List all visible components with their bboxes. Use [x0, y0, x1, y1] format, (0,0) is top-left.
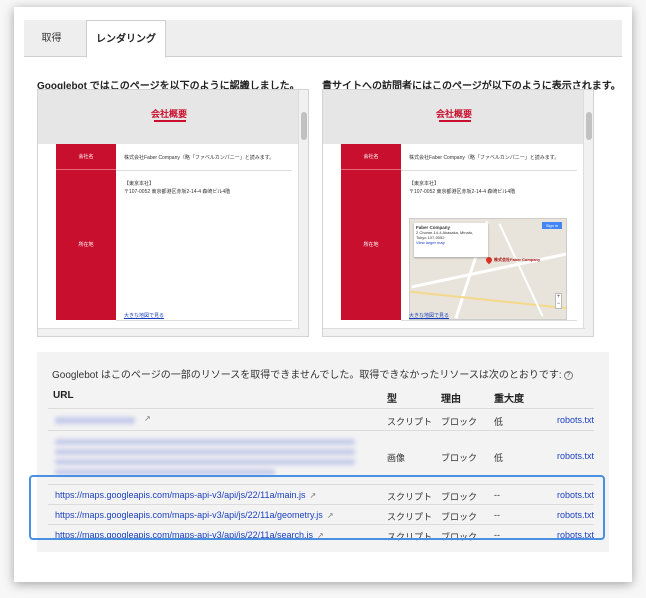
address-heading: 【東京本社】 [124, 181, 155, 187]
embedded-map[interactable]: Faber Company 2 Chome-14-4 Akasaka, Mina… [409, 218, 567, 320]
map-zoom-control[interactable]: + − [555, 293, 562, 309]
tab-fetch[interactable]: 取得 [24, 20, 79, 57]
map-sign-in-button[interactable]: Sign in [542, 222, 562, 229]
divider [401, 320, 577, 321]
robots-txt-link[interactable]: robots.txt [557, 451, 594, 461]
blurred-url[interactable] [55, 439, 355, 445]
render-page-title: 会社概要 [150, 109, 187, 119]
blocked-resources-note: Googlebot はこのページの一部のリソースを取得できませんでした。取得でき… [52, 366, 573, 381]
divider [401, 170, 577, 171]
resource-severity: 低 [494, 453, 504, 463]
external-link-icon[interactable]: ↗ [144, 414, 151, 423]
map-pin-icon[interactable] [484, 255, 494, 265]
tab-rendering[interactable]: レンダリング [86, 20, 166, 58]
column-header-url: URL [53, 390, 74, 401]
view-larger-map-link[interactable]: View larger map [416, 240, 486, 245]
column-header-type: 型 [387, 394, 397, 405]
company-name-text: 株式会社Faber Company（略「ファベルカンパニー」と読みます。 [124, 155, 275, 161]
larger-map-link[interactable]: 大きな地図で見る [409, 312, 449, 319]
robots-txt-link[interactable]: robots.txt [557, 415, 594, 425]
highlight-box [29, 475, 605, 540]
resource-severity: 低 [494, 417, 504, 427]
blurred-url[interactable] [55, 449, 355, 455]
map-info-card: Faber Company 2 Chome-14-4 Akasaka, Mina… [414, 223, 488, 257]
address-text: 〒107-0052 東京都港区赤坂2-14-4 森崎ビル4階 [124, 189, 231, 195]
vertical-scrollbar[interactable] [583, 90, 593, 336]
render-page-header: 会社概要 [38, 90, 300, 144]
vertical-scrollbar[interactable] [298, 90, 308, 336]
divider [116, 320, 292, 321]
divider [116, 170, 292, 171]
map-road [410, 290, 566, 310]
render-page-title: 会社概要 [435, 109, 472, 119]
company-name-label: 会社名 [56, 144, 116, 170]
blurred-url[interactable] [55, 459, 355, 465]
horizontal-scrollbar[interactable] [323, 328, 585, 336]
scroll-thumb[interactable] [301, 112, 307, 140]
resource-type: 画像 [387, 453, 406, 463]
title-underline [439, 120, 471, 122]
render-page-body: 会社名 所在地 株式会社Faber Company（略「ファベルカンパニー」と読… [38, 144, 300, 330]
title-underline [154, 120, 186, 122]
resource-reason: ブロック [441, 453, 478, 463]
company-name-label: 会社名 [341, 144, 401, 170]
resource-type: スクリプト [387, 417, 433, 427]
company-name-text: 株式会社Faber Company（略「ファベルカンパニー」と読みます。 [409, 155, 560, 161]
map-pin-label: 株式会社Faber Company [494, 257, 541, 262]
visitor-render-pane: 会社概要 会社名 所在地 株式会社Faber Company（略「ファベルカンパ… [322, 89, 594, 337]
tab-bar: 取得 レンダリング [24, 20, 622, 58]
blocked-resources-text: Googlebot はこのページの一部のリソースを取得できませんでした。取得でき… [52, 370, 562, 381]
column-header-severity: 重大度 [494, 394, 524, 405]
blurred-url[interactable] [55, 417, 135, 424]
render-page-body: 会社名 所在地 株式会社Faber Company（略「ファベルカンパニー」と読… [323, 144, 585, 330]
render-page-header: 会社概要 [323, 90, 585, 144]
table-row: ↗ スクリプト ブロック 低 robots.txt [48, 408, 594, 430]
address-text: 〒107-0052 東京都港区赤坂2-14-4 森崎ビル4階 [409, 189, 516, 195]
column-header-reason: 理由 [441, 394, 461, 405]
horizontal-scrollbar[interactable] [38, 328, 300, 336]
resource-reason: ブロック [441, 417, 478, 427]
scroll-thumb[interactable] [586, 112, 592, 140]
larger-map-link[interactable]: 大きな地図で見る [124, 312, 164, 319]
googlebot-render-pane: 会社概要 会社名 所在地 株式会社Faber Company（略「ファベルカンパ… [37, 89, 309, 337]
address-heading: 【東京本社】 [409, 181, 440, 187]
address-label: 所在地 [341, 170, 401, 320]
help-icon[interactable]: ? [563, 371, 573, 380]
address-label: 所在地 [56, 170, 116, 320]
